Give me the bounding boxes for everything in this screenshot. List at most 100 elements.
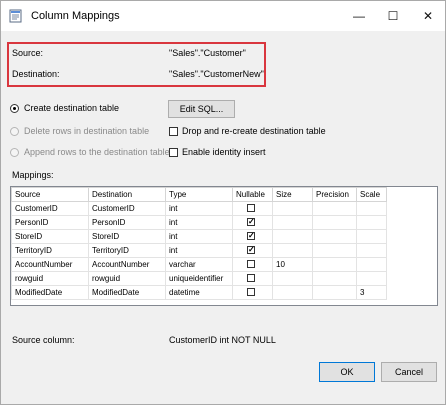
table-row[interactable]: ModifiedDate ModifiedDate datetime 3 (11, 285, 387, 300)
nullable-cell[interactable] (232, 257, 273, 272)
ok-label: OK (340, 367, 354, 377)
edit-sql-label: Edit SQL... (179, 104, 224, 114)
nullable-checkbox[interactable] (247, 274, 255, 282)
column-header-destination[interactable]: Destination (88, 187, 166, 202)
source-cell[interactable]: TerritoryID (11, 243, 89, 258)
close-button[interactable]: ✕ (411, 1, 445, 31)
precision-cell[interactable] (312, 271, 357, 286)
nullable-checkbox[interactable] (247, 260, 255, 268)
drop-recreate-checkbox[interactable] (169, 127, 178, 136)
destination-cell[interactable]: TerritoryID (88, 243, 166, 258)
type-cell[interactable]: varchar (165, 257, 233, 272)
nullable-checkbox[interactable] (247, 288, 255, 296)
source-value: "Sales"."Customer" (169, 48, 246, 58)
table-row[interactable]: AccountNumber AccountNumber varchar 10 (11, 257, 387, 272)
table-row[interactable]: TerritoryID TerritoryID int (11, 243, 387, 258)
nullable-checkbox[interactable] (247, 204, 255, 212)
nullable-cell[interactable] (232, 215, 273, 230)
append-rows-radio[interactable] (10, 148, 19, 157)
destination-label: Destination: (12, 69, 60, 79)
column-header-scale[interactable]: Scale (356, 187, 387, 202)
ok-button[interactable]: OK (319, 362, 375, 382)
source-cell[interactable]: PersonID (11, 215, 89, 230)
scale-cell[interactable] (356, 229, 387, 244)
source-cell[interactable]: CustomerID (11, 201, 89, 216)
size-cell[interactable] (272, 201, 313, 216)
table-row[interactable]: CustomerID CustomerID int (11, 201, 387, 216)
nullable-checkbox[interactable] (247, 217, 255, 226)
title-bar[interactable]: Column Mappings — ☐ ✕ (1, 1, 445, 31)
column-header-nullable[interactable]: Nullable (232, 187, 273, 202)
column-header-type[interactable]: Type (165, 187, 233, 202)
destination-cell[interactable]: ModifiedDate (88, 285, 166, 300)
precision-cell[interactable] (312, 201, 357, 216)
precision-cell[interactable] (312, 215, 357, 230)
nullable-cell[interactable] (232, 285, 273, 300)
nullable-cell[interactable] (232, 271, 273, 286)
column-header-precision[interactable]: Precision (312, 187, 357, 202)
size-cell[interactable] (272, 229, 313, 244)
type-cell[interactable]: int (165, 215, 233, 230)
enable-identity-label: Enable identity insert (182, 147, 266, 157)
destination-cell[interactable]: StoreID (88, 229, 166, 244)
precision-cell[interactable] (312, 243, 357, 258)
table-row[interactable]: PersonID PersonID int (11, 215, 387, 230)
scale-cell[interactable] (356, 201, 387, 216)
nullable-cell[interactable] (232, 201, 273, 216)
header-row: Source Destination Type Nullable Size Precisi… (11, 187, 387, 202)
edit-sql-button[interactable]: Edit SQL... (168, 100, 235, 118)
mappings-table: Source Destination Type Nullable Size Precisi… (11, 187, 387, 300)
size-cell[interactable] (272, 271, 313, 286)
type-cell[interactable]: datetime (165, 285, 233, 300)
minimize-button[interactable]: — (342, 1, 376, 31)
column-header-size[interactable]: Size (272, 187, 313, 202)
precision-cell[interactable] (312, 229, 357, 244)
nullable-cell[interactable] (232, 229, 273, 244)
column-mappings-dialog: Column Mappings — ☐ ✕ Source: "Sales"."C… (0, 0, 446, 405)
size-cell[interactable] (272, 285, 313, 300)
source-cell[interactable]: ModifiedDate (11, 285, 89, 300)
column-mappings-app-icon (9, 9, 22, 23)
type-cell[interactable]: uniqueidentifier (165, 271, 233, 286)
nullable-checkbox[interactable] (247, 245, 255, 254)
table-row[interactable]: StoreID StoreID int (11, 229, 387, 244)
scale-cell[interactable] (356, 215, 387, 230)
close-icon: ✕ (422, 9, 434, 23)
mappings-label: Mappings: (12, 170, 54, 180)
table-row[interactable]: rowguid rowguid uniqueidentifier (11, 271, 387, 286)
destination-cell[interactable]: rowguid (88, 271, 166, 286)
column-header-source[interactable]: Source (11, 187, 89, 202)
type-cell[interactable]: int (165, 229, 233, 244)
nullable-checkbox[interactable] (247, 231, 255, 240)
enable-identity-checkbox[interactable] (169, 148, 178, 157)
destination-cell[interactable]: PersonID (88, 215, 166, 230)
minimize-icon: — (353, 9, 365, 23)
precision-cell[interactable] (312, 257, 357, 272)
size-cell[interactable] (272, 243, 313, 258)
destination-cell[interactable]: AccountNumber (88, 257, 166, 272)
scale-cell[interactable] (356, 271, 387, 286)
scale-cell[interactable] (356, 257, 387, 272)
source-cell[interactable]: AccountNumber (11, 257, 89, 272)
size-cell[interactable] (272, 215, 313, 230)
type-cell[interactable]: int (165, 243, 233, 258)
source-column-label: Source column: (12, 335, 75, 345)
scale-cell[interactable] (356, 243, 387, 258)
destination-cell[interactable]: CustomerID (88, 201, 166, 216)
nullable-cell[interactable] (232, 243, 273, 258)
delete-rows-radio[interactable] (10, 127, 19, 136)
cancel-button[interactable]: Cancel (381, 362, 437, 382)
source-cell[interactable]: rowguid (11, 271, 89, 286)
source-column-value: CustomerID int NOT NULL (169, 335, 276, 345)
size-cell[interactable]: 10 (272, 257, 313, 272)
type-cell[interactable]: int (165, 201, 233, 216)
source-label: Source: (12, 48, 44, 58)
source-cell[interactable]: StoreID (11, 229, 89, 244)
drop-recreate-label: Drop and re-create destination table (182, 126, 326, 136)
precision-cell[interactable] (312, 285, 357, 300)
create-destination-radio[interactable] (10, 104, 19, 113)
maximize-button[interactable]: ☐ (376, 1, 410, 31)
mappings-grid[interactable]: Source Destination Type Nullable Size Precisi… (10, 186, 438, 306)
scale-cell[interactable]: 3 (356, 285, 387, 300)
destination-value: "Sales"."CustomerNew" (169, 69, 264, 79)
